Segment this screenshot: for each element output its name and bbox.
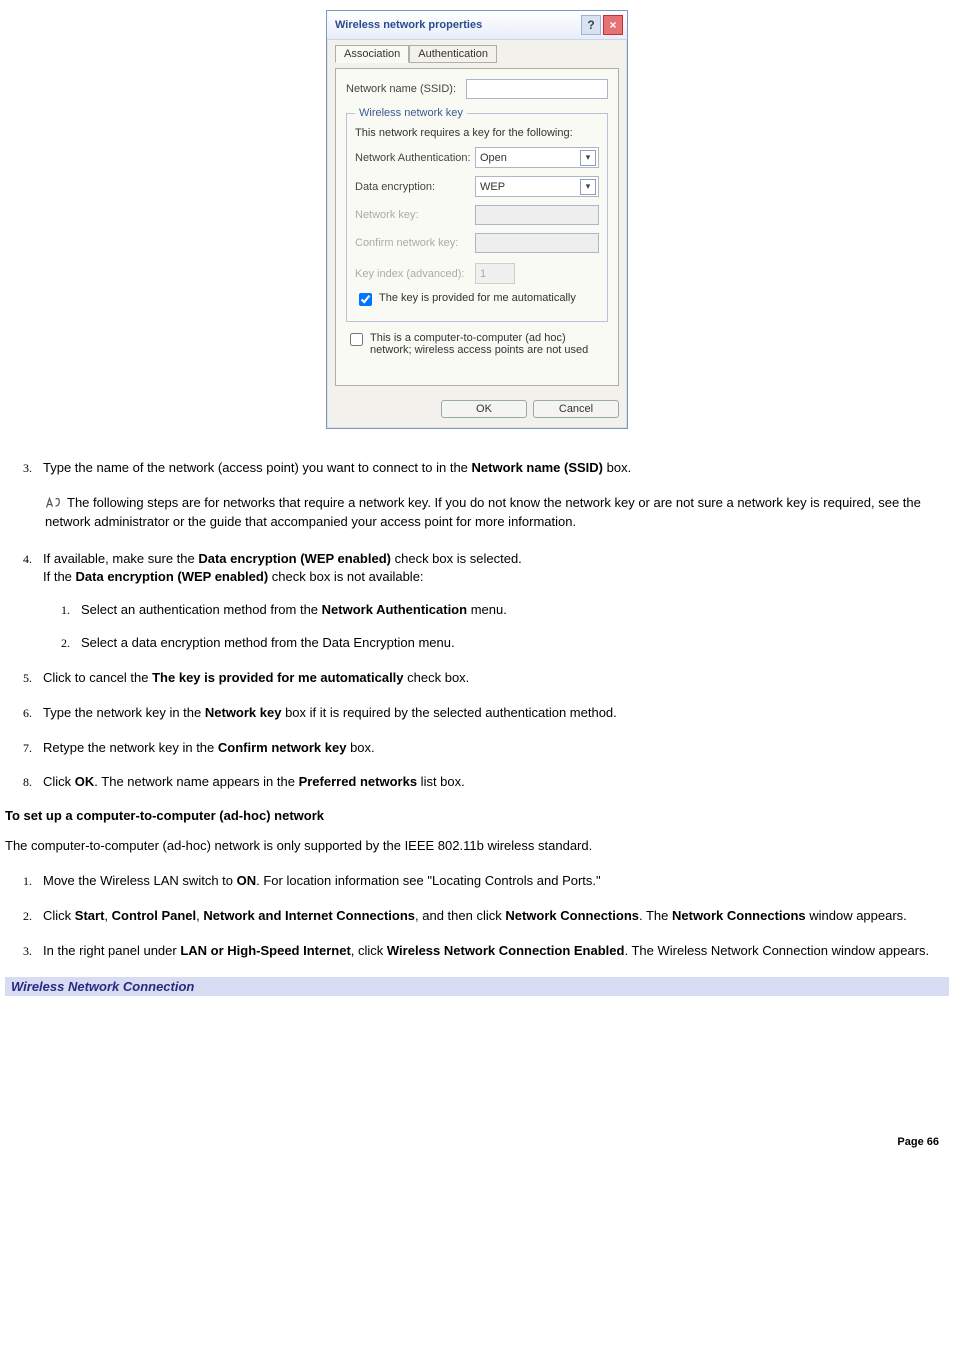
adhoc-step-2: Click Start, Control Panel, Network and … (35, 907, 949, 926)
network-key-label: Network key: (355, 209, 475, 221)
adhoc-label: This is a computer-to-computer (ad hoc) … (370, 332, 608, 356)
adhoc-step-1: Move the Wireless LAN switch to ON. For … (35, 872, 949, 891)
step-8: Click OK. The network name appears in th… (35, 773, 949, 792)
step-4-1: Select an authentication method from the… (73, 601, 949, 620)
note-icon (45, 496, 63, 510)
auth-value: Open (480, 152, 507, 164)
cancel-button[interactable]: Cancel (533, 400, 619, 418)
network-key-input (475, 205, 599, 225)
data-encryption-select[interactable]: WEP ▾ (475, 176, 599, 197)
adhoc-heading: To set up a computer-to-computer (ad-hoc… (5, 808, 949, 823)
step-4-2: Select a data encryption method from the… (73, 634, 949, 653)
adhoc-intro: The computer-to-computer (ad-hoc) networ… (5, 837, 949, 856)
auto-key-checkbox[interactable] (359, 293, 372, 306)
ssid-input[interactable] (466, 79, 608, 99)
dialog-title: Wireless network properties (335, 19, 482, 31)
wireless-key-group: Wireless network key This network requir… (346, 107, 608, 322)
help-icon[interactable]: ? (581, 15, 601, 35)
step-3: Type the name of the network (access poi… (35, 459, 949, 478)
dialog-titlebar: Wireless network properties ? × (327, 11, 627, 40)
key-index-label: Key index (advanced): (355, 268, 475, 280)
sub-steps: Select an authentication method from the… (43, 601, 949, 653)
instruction-list: Type the name of the network (access poi… (5, 459, 949, 478)
note: The following steps are for networks tha… (45, 494, 949, 532)
confirm-key-input (475, 233, 599, 253)
chevron-down-icon: ▾ (580, 150, 596, 166)
step-4: If available, make sure the Data encrypt… (35, 550, 949, 653)
auth-label: Network Authentication: (355, 152, 475, 164)
step-7: Retype the network key in the Confirm ne… (35, 739, 949, 758)
key-index-stepper: 1 (475, 263, 515, 284)
auto-key-label: The key is provided for me automatically (379, 292, 576, 304)
tab-authentication[interactable]: Authentication (409, 45, 497, 63)
enc-value: WEP (480, 181, 505, 193)
ok-button[interactable]: OK (441, 400, 527, 418)
ssid-label: Network name (SSID): (346, 83, 466, 95)
step-5: Click to cancel the The key is provided … (35, 669, 949, 688)
enc-label: Data encryption: (355, 181, 475, 193)
adhoc-step-3: In the right panel under LAN or High-Spe… (35, 942, 949, 961)
adhoc-steps: Move the Wireless LAN switch to ON. For … (5, 872, 949, 961)
adhoc-checkbox[interactable] (350, 333, 363, 346)
network-authentication-select[interactable]: Open ▾ (475, 147, 599, 168)
instruction-list-cont: If available, make sure the Data encrypt… (5, 550, 949, 793)
close-icon[interactable]: × (603, 15, 623, 35)
step-6: Type the network key in the Network key … (35, 704, 949, 723)
wireless-properties-dialog: Wireless network properties ? × Associat… (326, 10, 628, 429)
confirm-key-label: Confirm network key: (355, 237, 475, 249)
tab-association[interactable]: Association (335, 45, 409, 63)
page-number: Page 66 (5, 1136, 949, 1148)
group-desc: This network requires a key for the foll… (355, 127, 599, 139)
chevron-down-icon: ▾ (580, 179, 596, 195)
group-legend: Wireless network key (355, 107, 467, 119)
figure-caption: Wireless Network Connection (5, 977, 949, 996)
